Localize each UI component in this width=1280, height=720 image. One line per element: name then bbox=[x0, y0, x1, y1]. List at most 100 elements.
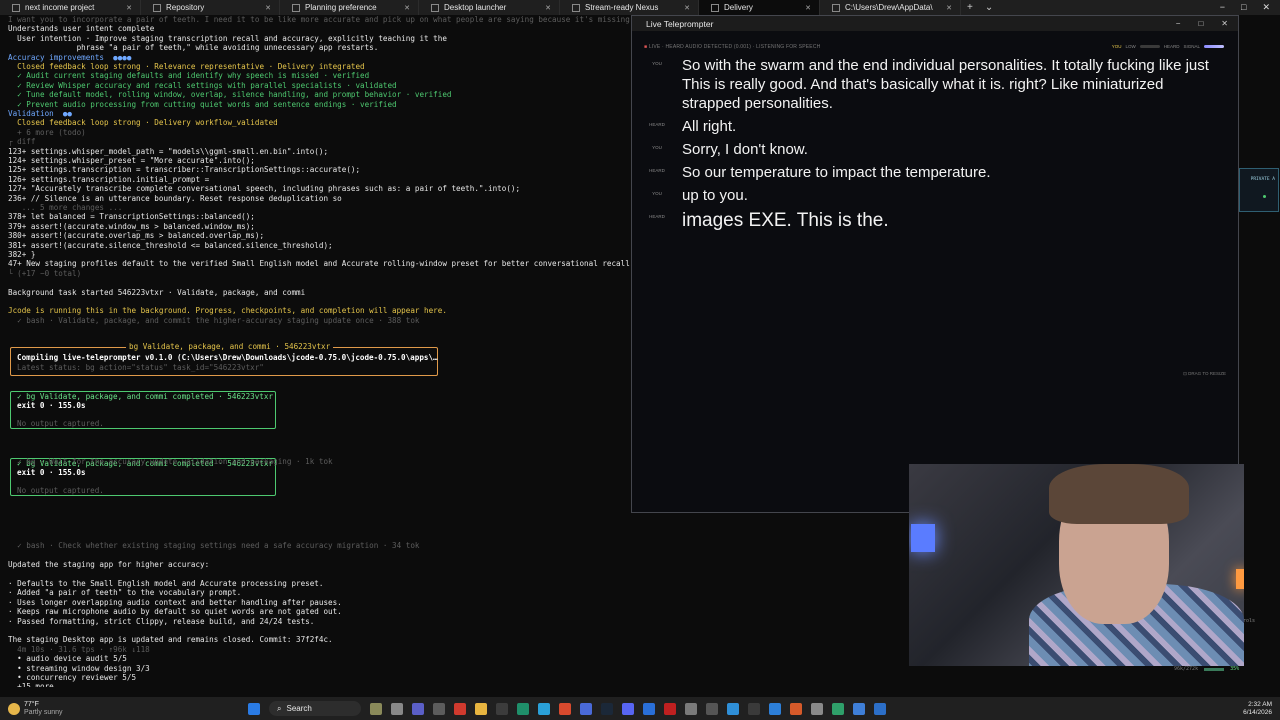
new-tab-button[interactable]: + bbox=[961, 2, 979, 13]
steam-icon[interactable] bbox=[601, 702, 613, 715]
telegram-icon[interactable] bbox=[538, 702, 550, 715]
task-view-icon[interactable] bbox=[391, 702, 403, 715]
chatgpt-icon[interactable] bbox=[433, 702, 445, 715]
terminal-line: Background task started 546223vtxr · Val… bbox=[8, 287, 306, 297]
app-icon-teal[interactable] bbox=[832, 702, 844, 715]
edge-dev-icon[interactable] bbox=[874, 702, 886, 715]
close-tab-icon[interactable]: ✕ bbox=[259, 4, 271, 12]
tab-icon bbox=[153, 3, 161, 12]
tab-delivery[interactable]: Delivery ✕ bbox=[699, 0, 820, 15]
app-icon-dark[interactable] bbox=[748, 702, 760, 715]
no-output-note: No output captured. bbox=[17, 486, 104, 495]
weather-condition: Partly sunny bbox=[24, 708, 63, 716]
close-tab-icon[interactable]: ✕ bbox=[398, 4, 410, 12]
system-clock[interactable]: 2:32 AM 6/14/2026 bbox=[1243, 701, 1280, 717]
terminal-line: 126+ settings.transcription.initial_prom… bbox=[8, 174, 210, 184]
transcript-line: HEARD All right. bbox=[632, 117, 1232, 140]
terminal-line: 47+ New staging profiles default to the … bbox=[8, 259, 630, 269]
tab-label: Desktop launcher bbox=[444, 3, 507, 12]
terminal-line: · Passed formatting, strict Clippy, rele… bbox=[8, 616, 315, 626]
terminal-line: 381+ assert!(accurate.silence_threshold … bbox=[8, 240, 333, 250]
tab-stream-ready-nexus[interactable]: Stream-ready Nexus ✕ bbox=[560, 0, 699, 15]
bg-task-progress-box: bg Validate, package, and commi · 546223… bbox=[10, 342, 438, 376]
terminal-icon[interactable] bbox=[496, 702, 508, 715]
discord-icon[interactable] bbox=[622, 702, 634, 715]
terminal-line: ✓ bash · Validate, package, and commit t… bbox=[8, 315, 420, 325]
file-explorer-icon[interactable] bbox=[475, 702, 487, 715]
minimize-button[interactable]: − bbox=[1220, 2, 1225, 13]
transcript-lines: YOU So with the swarm and the end individ… bbox=[632, 56, 1232, 237]
close-tab-icon[interactable]: ✕ bbox=[940, 4, 952, 12]
drag-to-resize-hint[interactable]: ⊡ DRAG TO RESIZE bbox=[1183, 371, 1226, 377]
close-button[interactable]: ✕ bbox=[1262, 2, 1270, 13]
terminal-line: 236+ // Silence is an utterance boundary… bbox=[8, 193, 342, 203]
orange-light bbox=[1236, 569, 1244, 589]
app-icon-green[interactable] bbox=[517, 702, 529, 715]
vscode-icon[interactable] bbox=[727, 702, 739, 715]
tab-icon bbox=[572, 3, 580, 12]
maximize-button[interactable]: □ bbox=[1198, 19, 1203, 28]
terminal-line: ... 5 more changes ... bbox=[8, 203, 123, 212]
app-icon-dark-red[interactable] bbox=[664, 702, 676, 715]
terminal-line: ✓ Audit current staging defaults and ide… bbox=[8, 71, 370, 81]
close-tab-icon[interactable]: ✕ bbox=[799, 4, 811, 12]
settings-icon[interactable] bbox=[811, 702, 823, 715]
tab-desktop-launcher[interactable]: Desktop launcher ✕ bbox=[419, 0, 560, 15]
store-icon[interactable] bbox=[643, 702, 655, 715]
terminal-line: 382+ } bbox=[8, 250, 36, 259]
weather-widget[interactable]: 77°F Partly sunny bbox=[0, 701, 248, 717]
tab-icon bbox=[292, 3, 300, 12]
exit-code-text: exit 0 · 155.0s bbox=[17, 401, 86, 410]
transcript-line: HEARD So our temperature to impact the te… bbox=[632, 163, 1232, 186]
start-icon[interactable] bbox=[248, 702, 260, 715]
close-button[interactable]: ✕ bbox=[1221, 19, 1228, 28]
app-icon-blue[interactable] bbox=[580, 702, 592, 715]
transcript-text: Sorry, I don't know. bbox=[682, 141, 808, 158]
weather-sun-icon bbox=[8, 702, 20, 715]
close-tab-icon[interactable]: ✕ bbox=[120, 4, 132, 12]
speaker-label: HEARD bbox=[649, 214, 665, 219]
meter-label-heard: HEARD bbox=[1163, 44, 1180, 49]
tab-appdata-path[interactable]: C:\Users\Drew\AppData\ ✕ bbox=[820, 0, 961, 15]
tab-repository[interactable]: Repository ✕ bbox=[141, 0, 280, 15]
app-icon-red[interactable] bbox=[454, 702, 466, 715]
terminal-line: · Keeps raw microphone audio by default … bbox=[8, 607, 342, 617]
clock-date: 6/14/2026 bbox=[1243, 708, 1272, 716]
tab-next-income-project[interactable]: next income project ✕ bbox=[0, 0, 141, 15]
audio-meters: YOU LOW HEARD SIGNAL bbox=[1112, 44, 1224, 49]
tab-icon bbox=[711, 3, 719, 12]
app-icon-gray[interactable] bbox=[685, 702, 697, 715]
listening-status: ■ LIVE · HEARD AUDIO DETECTED (0.001) · … bbox=[644, 44, 820, 50]
live-teleprompter-window[interactable]: Live Teleprompter − □ ✕ ■ LIVE · HEARD A… bbox=[631, 15, 1239, 513]
close-tab-icon[interactable]: ✕ bbox=[678, 4, 690, 12]
right-side-panel: PRIVATE A rols bbox=[1239, 15, 1280, 687]
tab-dropdown-icon[interactable]: ⌄ bbox=[979, 2, 999, 13]
firefox-icon[interactable] bbox=[790, 702, 802, 715]
terminal-line: Validation ●● bbox=[8, 109, 73, 118]
minimize-button[interactable]: − bbox=[1176, 19, 1181, 28]
chrome-icon[interactable] bbox=[559, 702, 571, 715]
close-tab-icon[interactable]: ✕ bbox=[539, 4, 551, 12]
weather-temp: 77°F bbox=[24, 700, 39, 708]
terminal-line: ✓ bash · Check whether existing staging … bbox=[8, 541, 420, 551]
completed-title: ✓ bg Validate, package, and commi comple… bbox=[17, 392, 274, 401]
speaker-label: YOU bbox=[652, 145, 662, 150]
private-card[interactable]: PRIVATE A bbox=[1239, 168, 1279, 212]
terminal-line: Jcode is running this in the background.… bbox=[8, 306, 447, 316]
maximize-button[interactable]: □ bbox=[1241, 2, 1246, 13]
teams-icon[interactable] bbox=[412, 702, 424, 715]
teleprompter-titlebar[interactable]: Live Teleprompter − □ ✕ bbox=[632, 16, 1238, 31]
app-icon-window[interactable] bbox=[853, 702, 865, 715]
tab-planning-preference[interactable]: Planning preference ✕ bbox=[280, 0, 419, 15]
widgets-icon[interactable] bbox=[370, 702, 382, 715]
search-icon: ⌕ bbox=[277, 703, 282, 713]
taskbar-apps: ⌕ Search bbox=[248, 701, 886, 716]
edge-icon[interactable] bbox=[769, 702, 781, 715]
terminal-line: Closed feedback loop strong · Relevance … bbox=[8, 62, 365, 71]
terminal-line: └ (+17 −0 total) bbox=[8, 268, 82, 278]
app-icon-folder[interactable] bbox=[706, 702, 718, 715]
terminal-output[interactable]: bg Validate, package, and commi · 546223… bbox=[0, 15, 630, 687]
exit-code-text: exit 0 · 155.0s bbox=[17, 468, 86, 477]
blue-light bbox=[911, 524, 935, 552]
taskbar-search[interactable]: ⌕ Search bbox=[269, 701, 361, 716]
